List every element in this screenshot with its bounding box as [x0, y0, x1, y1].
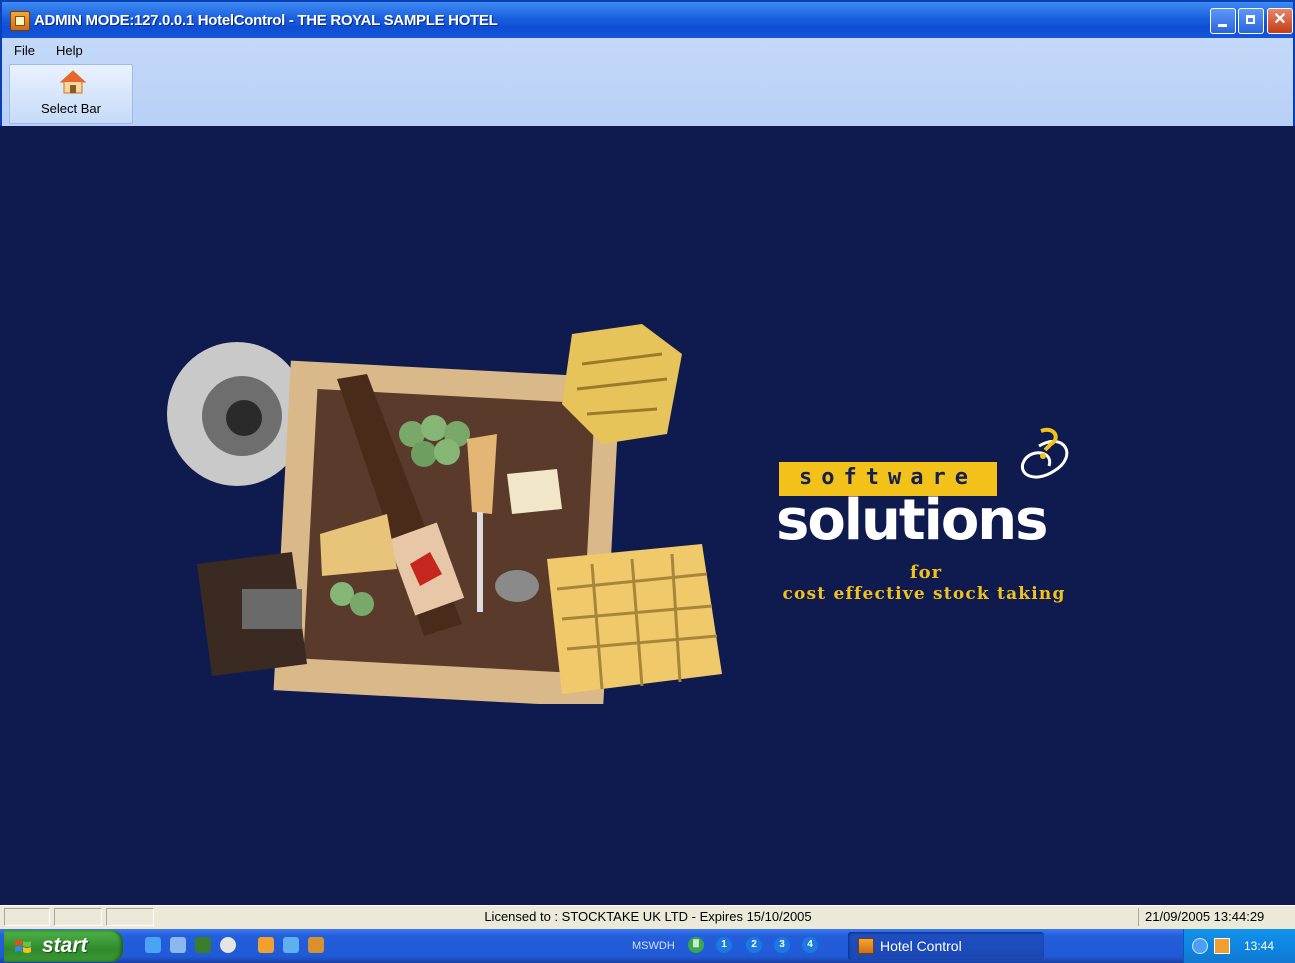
status-datetime: 21/09/2005 13:44:29 — [1138, 908, 1288, 926]
windows-flag-icon — [15, 940, 31, 953]
messenger-icon[interactable] — [195, 937, 211, 953]
outlook-icon[interactable] — [170, 937, 186, 953]
menu-file[interactable]: File — [14, 43, 35, 58]
hamper-illustration — [167, 324, 722, 704]
menu-toolbar-area: File Help Select Bar — [0, 38, 1295, 126]
network-shortcut-icon[interactable] — [283, 937, 299, 953]
title-bar[interactable]: ADMIN MODE:127.0.0.1 HotelControl - THE … — [0, 0, 1295, 38]
desktop-1-icon[interactable]: 1 — [716, 937, 732, 953]
minimize-icon — [1218, 24, 1227, 27]
home-icon — [60, 70, 86, 94]
select-bar-label: Select Bar — [41, 101, 101, 116]
taskbar-item-label: Hotel Control — [880, 938, 962, 954]
taskbar: start MSWDH Ⅲ 1 2 3 4 Hotel Control 13:4… — [0, 929, 1295, 963]
ie-icon[interactable] — [145, 937, 161, 953]
desktop-2-icon[interactable]: 2 — [746, 937, 762, 953]
start-button[interactable]: start — [4, 930, 123, 962]
tray-app-icon[interactable] — [1214, 938, 1230, 954]
menu-help[interactable]: Help — [56, 43, 83, 58]
close-icon: ✕ — [1273, 11, 1287, 28]
window-title: ADMIN MODE:127.0.0.1 HotelControl - THE … — [34, 12, 498, 29]
taskbar-item-hotel-control[interactable]: Hotel Control — [848, 932, 1044, 960]
select-bar-button[interactable]: Select Bar — [9, 64, 133, 124]
main-content: software solutions for cost effective st… — [4, 126, 1291, 905]
hotel-control-icon — [858, 938, 874, 954]
minimize-button[interactable] — [1210, 8, 1236, 34]
logo-solutions-text: solutions — [776, 488, 1049, 553]
desktop-3-icon[interactable]: 3 — [774, 937, 790, 953]
hotelcontrol-shortcut-icon[interactable] — [308, 937, 324, 953]
start-label: start — [42, 934, 88, 957]
logo-software-text: software — [799, 465, 977, 490]
tagline-for: for — [909, 562, 943, 583]
restore-icon — [1246, 15, 1255, 24]
close-button[interactable]: ✕ — [1267, 8, 1293, 34]
toolbar-icon[interactable]: Ⅲ — [688, 937, 704, 953]
logo-swirl-icon — [1020, 427, 1069, 479]
restore-button[interactable] — [1238, 8, 1264, 34]
app-icon[interactable] — [10, 11, 30, 31]
clock[interactable]: 13:44 — [1244, 939, 1274, 953]
status-cell-2 — [54, 908, 102, 926]
tray-network-icon[interactable] — [1192, 938, 1208, 954]
keyboard-indicator: MSWDH — [632, 940, 675, 952]
status-cell-3 — [106, 908, 154, 926]
system-tray: 13:44 — [1183, 929, 1295, 963]
status-cell-1 — [4, 908, 50, 926]
tagline: cost effective stock taking — [782, 584, 1066, 604]
status-bar: Licensed to : STOCKTAKE UK LTD - Expires… — [0, 905, 1295, 929]
media-player-icon[interactable] — [220, 937, 236, 953]
desktop-4-icon[interactable]: 4 — [802, 937, 818, 953]
license-text: Licensed to : STOCKTAKE UK LTD - Expires… — [484, 909, 812, 924]
app-shortcut-icon[interactable] — [258, 937, 274, 953]
